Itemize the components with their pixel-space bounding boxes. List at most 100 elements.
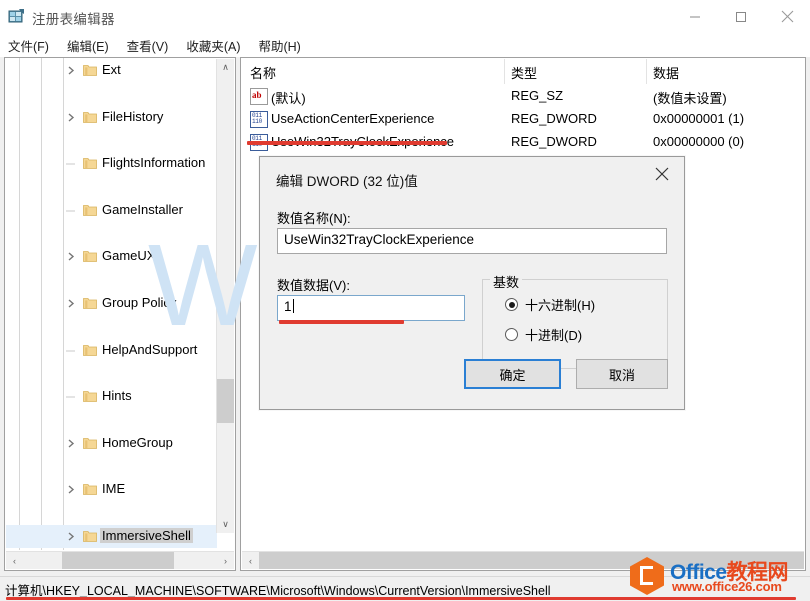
menu-help[interactable]: 帮助(H)	[258, 36, 300, 55]
title-bar: 注册表编辑器	[0, 0, 810, 33]
value-name-label: 数值名称(N):	[277, 211, 351, 226]
edit-dword-dialog: 编辑 DWORD (32 位)值 数值名称(N): UseWin32TrayCl…	[259, 156, 685, 410]
column-divider[interactable]	[504, 59, 505, 84]
column-header-data[interactable]: 数据	[653, 63, 679, 82]
column-header-name[interactable]: 名称	[250, 63, 276, 82]
values-header-row: 名称 类型 数据	[242, 59, 804, 84]
column-header-type[interactable]: 类型	[511, 63, 537, 82]
value-data-input[interactable]: 1	[277, 295, 465, 321]
registry-editor-window: 注册表编辑器 文件(F) 编辑(E) 查看(V) 收藏夹(A) 帮助(H) Ex…	[0, 0, 810, 601]
tree-item[interactable]: HomeGroup	[6, 432, 217, 455]
tree-item[interactable]: FileHistory	[6, 106, 217, 129]
tree-item[interactable]: Group Policy	[6, 292, 217, 315]
tree-item[interactable]: ImmersiveShell	[6, 524, 217, 549]
tree-item-label: Group Policy	[102, 294, 177, 310]
tree-item-label: GameInstaller	[102, 201, 183, 217]
cancel-button[interactable]: 取消	[576, 359, 668, 389]
value-data: 0x00000001 (1)	[653, 111, 745, 126]
radio-decimal[interactable]: 十进制(D)	[505, 325, 582, 344]
folder-icon	[83, 296, 97, 310]
folder-icon	[83, 249, 97, 263]
radio-decimal-indicator[interactable]	[505, 328, 518, 341]
tree-item[interactable]: IME	[6, 478, 217, 501]
tree-item[interactable]: FlightsInformation	[6, 152, 217, 175]
registry-editor-icon	[8, 7, 26, 25]
chevron-right-icon[interactable]	[66, 298, 76, 309]
text-caret	[292, 299, 294, 313]
dword-value-icon: 011110	[250, 111, 268, 128]
value-name: (默认)	[271, 91, 306, 106]
close-button[interactable]	[764, 0, 810, 33]
tree-vertical-scroll-thumb[interactable]	[217, 379, 234, 423]
value-data-text: 1	[284, 299, 292, 314]
column-divider[interactable]	[646, 59, 647, 84]
radio-hexadecimal-indicator[interactable]	[505, 298, 518, 311]
tree-vertical-scrollbar[interactable]: ∧ ∨	[216, 59, 234, 533]
chevron-right-icon[interactable]	[66, 531, 76, 542]
annotation-underline-value-name	[247, 141, 447, 145]
value-data: (数值未设置)	[653, 91, 727, 106]
value-name: UseActionCenterExperience	[271, 111, 435, 126]
chevron-right-icon[interactable]	[66, 438, 76, 449]
string-value-icon: ab	[250, 88, 268, 105]
tree-branch-line	[64, 152, 78, 175]
tree-item-label: FlightsInformation	[102, 155, 206, 171]
folder-icon	[83, 156, 97, 170]
tree-item-label: FileHistory	[102, 108, 164, 124]
chevron-right-icon[interactable]	[66, 484, 76, 495]
base-radio-group	[482, 279, 668, 369]
tree-item[interactable]: Ext	[6, 59, 217, 82]
tree-item[interactable]: Hints	[6, 385, 217, 408]
tree-item[interactable]: GameUX	[6, 245, 217, 268]
tree-scroll-right-button[interactable]: ›	[217, 552, 234, 569]
folder-icon	[83, 482, 97, 496]
menu-favorites[interactable]: 收藏夹(A)	[186, 36, 240, 55]
registry-tree[interactable]: Ext FileHistory FlightsInformation GameInst…	[6, 59, 217, 549]
menu-edit[interactable]: 编辑(E)	[67, 36, 109, 55]
radio-decimal-label: 十进制(D)	[525, 328, 583, 343]
annotation-underline-value-data	[279, 320, 404, 324]
minimize-button[interactable]	[672, 0, 718, 33]
tree-item[interactable]: HelpAndSupport	[6, 339, 217, 362]
folder-icon	[83, 110, 97, 124]
window-title: 注册表编辑器	[32, 12, 115, 27]
value-type: REG_SZ	[511, 88, 564, 103]
value-type: REG_DWORD	[511, 134, 597, 149]
tree-item[interactable]: GameInstaller	[6, 199, 217, 222]
radio-hexadecimal-label: 十六进制(H)	[525, 298, 596, 313]
folder-icon	[83, 529, 97, 543]
window-controls	[672, 0, 810, 33]
value-name-input[interactable]: UseWin32TrayClockExperience	[277, 228, 667, 254]
value-row[interactable]: 011 110 UseActionCenterExperience REG_DWORD…	[242, 108, 804, 131]
tree-horizontal-scroll-thumb[interactable]	[62, 552, 174, 569]
annotation-underline-status-path	[6, 597, 796, 600]
menu-view[interactable]: 查看(V)	[127, 36, 169, 55]
radio-hexadecimal[interactable]: 十六进制(H)	[505, 295, 595, 314]
value-row[interactable]: ab (默认) REG_SZ (数值未设置)	[242, 85, 804, 108]
value-type: REG_DWORD	[511, 111, 597, 126]
tree-branch-line	[64, 339, 78, 362]
tree-item-label: Ext	[102, 62, 121, 77]
office-logo-icon	[630, 557, 664, 595]
menu-file[interactable]: 文件(F)	[8, 36, 49, 55]
dialog-close-button[interactable]	[640, 157, 684, 190]
chevron-right-icon[interactable]	[66, 65, 76, 76]
tree-scroll-left-button[interactable]: ‹	[6, 552, 23, 569]
menu-bar: 文件(F) 编辑(E) 查看(V) 收藏夹(A) 帮助(H)	[0, 33, 810, 57]
tree-item-label: HomeGroup	[102, 434, 173, 450]
folder-icon	[83, 203, 97, 217]
ok-button[interactable]: 确定	[464, 359, 561, 389]
values-scroll-left-button[interactable]: ‹	[242, 552, 259, 569]
value-data: 0x00000000 (0)	[653, 134, 745, 149]
tree-horizontal-scrollbar[interactable]: ‹ ›	[6, 551, 234, 569]
tree-item-label: Hints	[102, 388, 132, 404]
maximize-button[interactable]	[718, 0, 764, 33]
chevron-right-icon[interactable]	[66, 112, 76, 123]
tree-scroll-down-button[interactable]: ∨	[217, 516, 234, 533]
dialog-title: 编辑 DWORD (32 位)值	[276, 174, 418, 189]
tree-item-label: ImmersiveShell	[100, 527, 193, 543]
tree-scroll-up-button[interactable]: ∧	[217, 59, 234, 76]
chevron-right-icon[interactable]	[66, 251, 76, 262]
folder-icon	[83, 389, 97, 403]
tree-item-label: IME	[102, 481, 126, 497]
